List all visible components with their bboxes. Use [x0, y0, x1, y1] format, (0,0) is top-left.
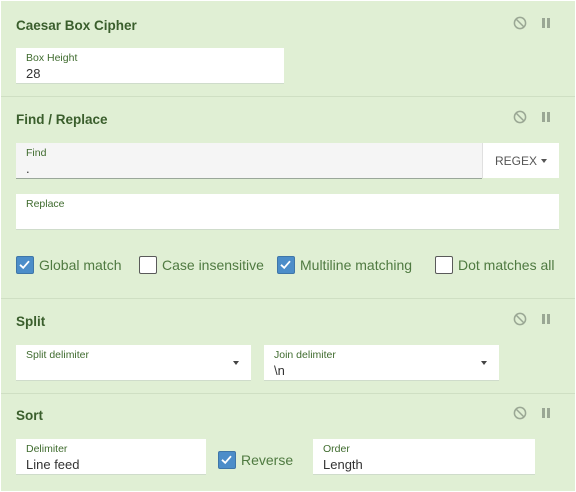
checkbox-checked-icon[interactable] — [218, 451, 236, 469]
recipe-panel: Caesar Box Cipher Box Height 28 Find / R… — [1, 1, 575, 491]
find-mode-dropdown[interactable]: REGEX — [482, 143, 559, 178]
order-field[interactable]: Order Length — [313, 439, 535, 475]
checkbox-case-insensitive[interactable]: Case insensitive — [139, 256, 264, 274]
box-height-field[interactable]: Box Height 28 — [16, 48, 284, 84]
field-value: \n — [274, 363, 285, 378]
operation-title: Sort — [16, 408, 43, 423]
operation-sort: Sort Delimiter Line feed Reverse Order L… — [1, 394, 575, 491]
field-value: Line feed — [26, 457, 80, 472]
operation-find-replace: Find / Replace Find . REGEX Replace Glob… — [1, 97, 575, 299]
delimiter-field[interactable]: Delimiter Line feed — [16, 439, 206, 475]
operation-title: Split — [16, 314, 46, 329]
chevron-down-icon — [541, 158, 547, 163]
field-label: Delimiter — [26, 443, 68, 455]
checkbox-checked-icon[interactable] — [16, 256, 34, 274]
replace-field[interactable]: Replace — [16, 194, 559, 230]
pause-icon[interactable] — [539, 110, 553, 124]
field-label: Box Height — [26, 52, 78, 64]
checkbox-global-match[interactable]: Global match — [16, 256, 121, 274]
checkbox-reverse[interactable]: Reverse — [218, 451, 293, 469]
field-value: Length — [323, 457, 363, 472]
field-label: Join delimiter — [274, 349, 336, 361]
field-value: 28 — [26, 66, 41, 81]
field-value: . — [26, 161, 30, 176]
find-mode-label: REGEX — [494, 153, 537, 168]
join-delimiter-field[interactable]: Join delimiter \n — [264, 345, 499, 381]
field-label: Replace — [26, 198, 65, 210]
disable-icon[interactable] — [513, 312, 527, 326]
pause-icon[interactable] — [539, 312, 553, 326]
chevron-down-icon[interactable] — [233, 361, 239, 365]
split-delimiter-field[interactable]: Split delimiter — [16, 345, 251, 381]
operation-title: Caesar Box Cipher — [16, 18, 137, 33]
pause-icon[interactable] — [539, 406, 553, 420]
checkbox-multiline-matching[interactable]: Multiline matching — [277, 256, 412, 274]
checkbox-label: Reverse — [241, 452, 294, 468]
field-label: Find — [26, 147, 47, 159]
checkbox-label: Multiline matching — [300, 257, 413, 273]
disable-icon[interactable] — [513, 406, 527, 420]
disable-icon[interactable] — [513, 16, 527, 30]
checkbox-dot-matches-all[interactable]: Dot matches all — [435, 256, 554, 274]
operation-caesar-box-cipher: Caesar Box Cipher Box Height 28 — [1, 1, 575, 97]
checkbox-label: Case insensitive — [162, 257, 264, 273]
disable-icon[interactable] — [513, 110, 527, 124]
field-label: Order — [323, 443, 350, 455]
find-field[interactable]: Find . — [16, 143, 482, 179]
field-label: Split delimiter — [26, 349, 90, 361]
checkbox-label: Dot matches all — [458, 257, 555, 273]
checkbox-checked-icon[interactable] — [277, 256, 295, 274]
checkbox-unchecked-icon[interactable] — [435, 256, 453, 274]
operation-title: Find / Replace — [16, 112, 108, 127]
operation-split: Split Split delimiter Join delimiter \n — [1, 299, 575, 394]
pause-icon[interactable] — [539, 16, 553, 30]
chevron-down-icon[interactable] — [481, 361, 487, 365]
checkbox-unchecked-icon[interactable] — [139, 256, 157, 274]
checkbox-label: Global match — [39, 257, 122, 273]
